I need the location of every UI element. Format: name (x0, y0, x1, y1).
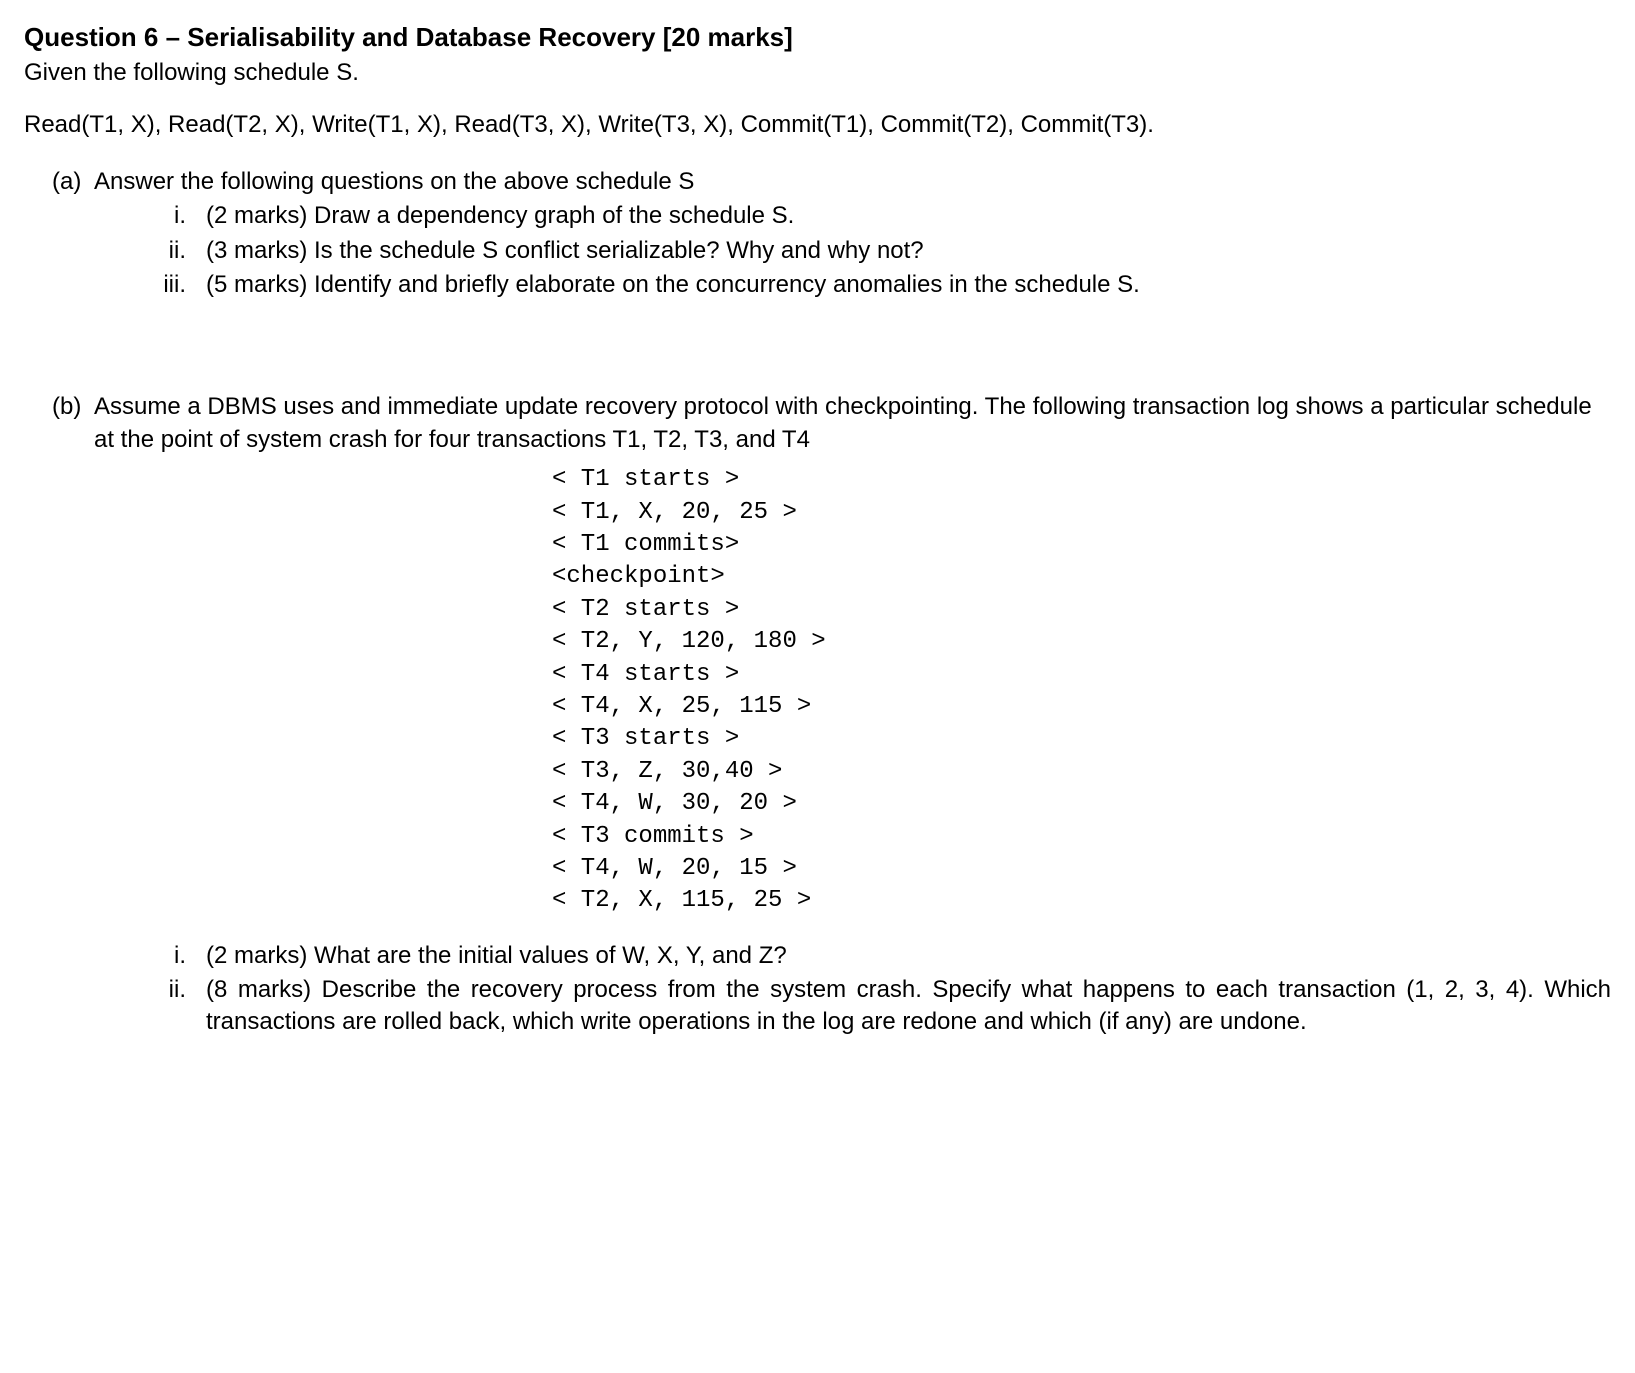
part-a-item-3: iii. (5 marks) Identify and briefly elab… (126, 269, 1611, 301)
part-a-item-2-text: (3 marks) Is the schedule S conflict ser… (206, 235, 1611, 267)
part-b-item-1-label: i. (126, 940, 206, 972)
schedule-text: Read(T1, X), Read(T2, X), Write(T1, X), … (24, 109, 1611, 141)
part-a-item-3-text: (5 marks) Identify and briefly elaborate… (206, 269, 1611, 301)
part-a-sublist: i. (2 marks) Draw a dependency graph of … (126, 200, 1611, 301)
part-a-item-2: ii. (3 marks) Is the schedule S conflict… (126, 235, 1611, 267)
part-a-label: (a) (52, 166, 94, 198)
part-a-item-2-label: ii. (126, 235, 206, 267)
intro-text: Given the following schedule S. (24, 57, 1611, 89)
part-a-item-3-label: iii. (126, 269, 206, 301)
transaction-log: < T1 starts > < T1, X, 20, 25 > < T1 com… (552, 464, 1611, 917)
part-a-item-1-text: (2 marks) Draw a dependency graph of the… (206, 200, 1611, 232)
part-a-item-1-label: i. (126, 200, 206, 232)
part-b-item-2-label: ii. (126, 974, 206, 1039)
part-b-item-1: i. (2 marks) What are the initial values… (126, 940, 1611, 972)
part-a: (a) Answer the following questions on th… (52, 166, 1611, 302)
part-b-item-2: ii. (8 marks) Describe the recovery proc… (126, 974, 1611, 1039)
part-b-item-2-text: (8 marks) Describe the recovery process … (206, 974, 1611, 1039)
part-a-item-1: i. (2 marks) Draw a dependency graph of … (126, 200, 1611, 232)
part-b: (b) Assume a DBMS uses and immediate upd… (52, 391, 1611, 1038)
part-b-item-1-text: (2 marks) What are the initial values of… (206, 940, 1611, 972)
part-a-text: Answer the following questions on the ab… (94, 166, 1611, 198)
part-b-label: (b) (52, 391, 94, 456)
part-b-sublist: i. (2 marks) What are the initial values… (126, 940, 1611, 1039)
part-b-text: Assume a DBMS uses and immediate update … (94, 391, 1611, 456)
question-title: Question 6 – Serialisability and Databas… (24, 20, 1611, 55)
